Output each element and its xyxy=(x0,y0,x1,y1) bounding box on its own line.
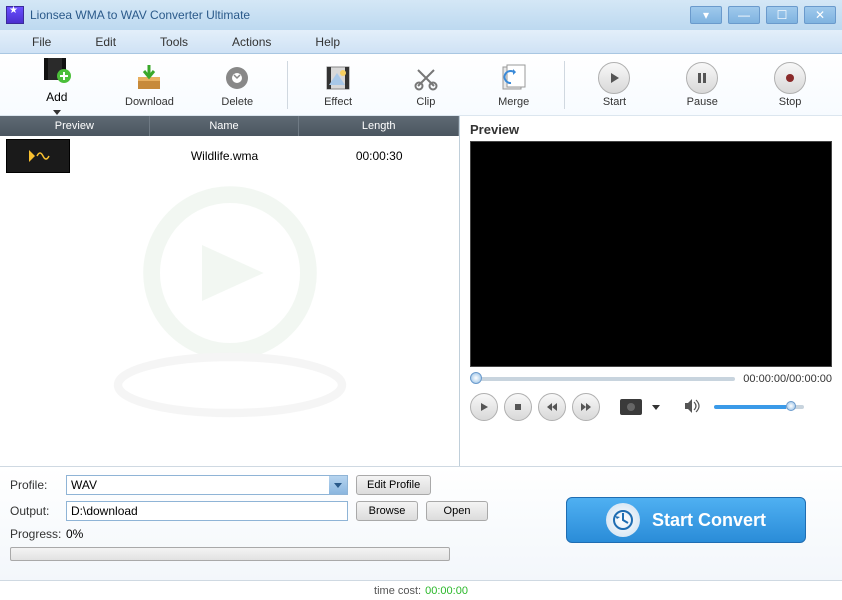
pause-label: Pause xyxy=(687,96,718,108)
pause-button[interactable]: Pause xyxy=(658,57,746,113)
stop-label: Stop xyxy=(779,96,802,108)
add-film-icon xyxy=(41,54,73,84)
timecode: 00:00:00/00:00:00 xyxy=(743,373,832,385)
add-dropdown-caret-icon xyxy=(53,110,61,115)
menu-help[interactable]: Help xyxy=(293,35,362,49)
status-bar: time cost: 00:00:00 xyxy=(0,580,842,600)
profile-combo[interactable]: WAV xyxy=(66,475,348,495)
add-label: Add xyxy=(46,90,67,104)
start-convert-button[interactable]: Start Convert xyxy=(566,497,806,543)
seek-bar[interactable] xyxy=(470,377,735,381)
toolbar-separator xyxy=(564,61,565,109)
preview-pane: Preview 00:00:00/00:00:00 xyxy=(460,116,842,466)
pause-icon xyxy=(686,62,718,94)
start-convert-label: Start Convert xyxy=(652,510,766,531)
list-body[interactable]: Wildlife.wma 00:00:30 xyxy=(0,136,459,466)
merge-button[interactable]: Merge xyxy=(470,57,558,113)
file-name: Wildlife.wma xyxy=(150,149,300,163)
open-button[interactable]: Open xyxy=(426,501,488,521)
close-window-button[interactable]: ✕ xyxy=(804,6,836,24)
file-length: 00:00:30 xyxy=(299,149,459,163)
progress-bar xyxy=(10,547,450,561)
volume-icon[interactable] xyxy=(684,398,702,417)
merge-label: Merge xyxy=(498,96,529,108)
convert-icon xyxy=(606,503,640,537)
column-name[interactable]: Name xyxy=(150,116,300,136)
profile-value: WAV xyxy=(71,478,97,492)
download-button[interactable]: Download xyxy=(106,57,194,113)
bottom-panel: Profile: WAV Edit Profile Output: D:\dow… xyxy=(0,466,842,580)
time-cost-label: time cost: xyxy=(374,585,421,597)
title-bar: Lionsea WMA to WAV Converter Ultimate ▾ … xyxy=(0,0,842,30)
add-button[interactable]: Add xyxy=(8,57,106,113)
effect-icon xyxy=(322,62,354,94)
progress-value: 0% xyxy=(66,527,83,541)
file-list-pane: Preview Name Length Wildlife.wma 00:00:3… xyxy=(0,116,460,466)
app-logo-icon xyxy=(6,6,24,24)
download-icon xyxy=(133,62,165,94)
watermark-icon xyxy=(0,136,459,466)
snapshot-button[interactable] xyxy=(620,399,642,415)
preview-video[interactable] xyxy=(470,141,832,367)
toolbar-separator xyxy=(287,61,288,109)
start-button[interactable]: Start xyxy=(571,57,659,113)
dropdown-window-button[interactable]: ▾ xyxy=(690,6,722,24)
download-label: Download xyxy=(125,96,174,108)
column-length[interactable]: Length xyxy=(299,116,459,136)
preview-play-button[interactable] xyxy=(470,393,498,421)
list-header: Preview Name Length xyxy=(0,116,459,136)
play-icon xyxy=(598,62,630,94)
list-row[interactable]: Wildlife.wma 00:00:30 xyxy=(0,136,459,176)
start-label: Start xyxy=(603,96,626,108)
time-cost-value: 00:00:00 xyxy=(425,585,468,597)
profile-label: Profile: xyxy=(10,478,66,492)
stop-toolbar-button[interactable]: Stop xyxy=(746,57,834,113)
maximize-window-button[interactable]: ☐ xyxy=(766,6,798,24)
edit-profile-button[interactable]: Edit Profile xyxy=(356,475,431,495)
record-icon xyxy=(774,62,806,94)
volume-handle[interactable] xyxy=(786,401,796,411)
volume-bar[interactable] xyxy=(714,405,804,409)
progress-label: Progress: xyxy=(10,527,66,541)
menu-actions[interactable]: Actions xyxy=(210,35,293,49)
profile-dropdown-button[interactable] xyxy=(329,476,347,494)
clip-label: Clip xyxy=(416,96,435,108)
browse-button[interactable]: Browse xyxy=(356,501,418,521)
toolbar: Add Download Delete Effect Clip Merge xyxy=(0,54,842,116)
menu-tools[interactable]: Tools xyxy=(138,35,210,49)
menu-edit[interactable]: Edit xyxy=(73,35,138,49)
minimize-window-button[interactable]: — xyxy=(728,6,760,24)
preview-label: Preview xyxy=(470,122,832,137)
snapshot-dropdown-caret-icon[interactable] xyxy=(652,405,660,410)
delete-button[interactable]: Delete xyxy=(193,57,281,113)
preview-stop-button[interactable] xyxy=(504,393,532,421)
delete-label: Delete xyxy=(221,96,253,108)
column-preview[interactable]: Preview xyxy=(0,116,150,136)
seek-handle[interactable] xyxy=(470,372,482,384)
clip-button[interactable]: Clip xyxy=(382,57,470,113)
preview-rewind-button[interactable] xyxy=(538,393,566,421)
clip-scissors-icon xyxy=(410,62,442,94)
merge-icon xyxy=(498,62,530,94)
menu-file[interactable]: File xyxy=(10,35,73,49)
output-label: Output: xyxy=(10,504,66,518)
window-title: Lionsea WMA to WAV Converter Ultimate xyxy=(30,8,690,22)
preview-forward-button[interactable] xyxy=(572,393,600,421)
delete-icon xyxy=(221,62,253,94)
output-path-input[interactable]: D:\download xyxy=(66,501,348,521)
menu-bar: File Edit Tools Actions Help xyxy=(0,30,842,54)
file-thumbnail xyxy=(6,139,70,173)
effect-button[interactable]: Effect xyxy=(294,57,382,113)
effect-label: Effect xyxy=(324,96,352,108)
